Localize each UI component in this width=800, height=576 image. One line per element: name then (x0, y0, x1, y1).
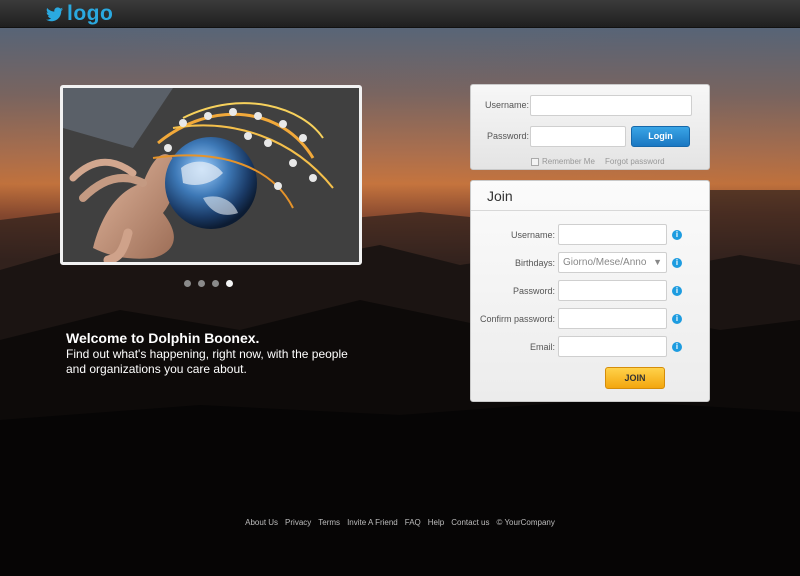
join-confirm-input[interactable] (558, 308, 667, 329)
join-birthdays-select[interactable]: Giorno/Mese/Anno ▼ (558, 252, 667, 273)
slider-dot-3[interactable] (212, 280, 219, 287)
slider-dot-2[interactable] (198, 280, 205, 287)
login-username-input[interactable] (530, 95, 692, 116)
join-birthdays-label: Birthdays: (514, 258, 555, 268)
welcome-section: Welcome to Dolphin Boonex. Find out what… (66, 330, 396, 377)
footer-copyright: © YourCompany (496, 518, 555, 527)
slider-dot-1[interactable] (184, 280, 191, 287)
join-username-input[interactable] (558, 224, 667, 245)
join-box: Join Username: i Birthdays: Giorno/Mese/… (470, 180, 710, 402)
join-email-input[interactable] (558, 336, 667, 357)
login-username-label: Username: (484, 100, 529, 110)
login-password-input[interactable] (530, 126, 626, 147)
chevron-down-icon: ▼ (653, 257, 662, 267)
slider-image (63, 88, 359, 262)
info-icon[interactable]: i (672, 258, 682, 268)
join-confirm-label: Confirm password: (479, 314, 555, 324)
remember-me-checkbox[interactable] (531, 157, 539, 166)
remember-me[interactable]: Remember Me (531, 157, 595, 166)
info-icon[interactable]: i (672, 230, 682, 240)
login-box: Username: Password: Login Remember Me Fo… (470, 84, 710, 170)
info-icon[interactable]: i (672, 314, 682, 324)
welcome-text-line2: and organizations you care about. (66, 362, 247, 376)
bird-icon (46, 6, 63, 21)
slider-dot-4[interactable] (226, 280, 233, 287)
join-password-label: Password: (512, 286, 555, 296)
remember-me-label: Remember Me (542, 157, 595, 166)
image-slider[interactable] (60, 85, 362, 265)
login-password-label: Password: (486, 131, 529, 141)
site-logo[interactable]: logo (46, 2, 114, 25)
footer-link-faq[interactable]: FAQ (405, 518, 421, 527)
footer-link-invite[interactable]: Invite A Friend (347, 518, 398, 527)
top-bar: logo (0, 0, 800, 28)
join-button[interactable]: JOIN (605, 367, 665, 389)
footer-link-privacy[interactable]: Privacy (285, 518, 311, 527)
join-email-label: Email: (529, 342, 555, 352)
join-password-input[interactable] (558, 280, 667, 301)
login-button[interactable]: Login (631, 126, 690, 147)
footer-link-about[interactable]: About Us (245, 518, 278, 527)
footer-link-help[interactable]: Help (428, 518, 444, 527)
welcome-heading: Welcome to Dolphin Boonex. (66, 330, 260, 346)
forgot-password-link[interactable]: Forgot password (605, 157, 665, 166)
logo-text: logo (67, 2, 114, 25)
slider-dots (184, 280, 233, 287)
footer-links: About Us Privacy Terms Invite A Friend F… (0, 518, 800, 527)
join-username-label: Username: (510, 230, 555, 240)
welcome-text-line1: Find out what's happening, right now, wi… (66, 347, 348, 361)
footer-link-contact[interactable]: Contact us (451, 518, 489, 527)
info-icon[interactable]: i (672, 342, 682, 352)
footer-link-terms[interactable]: Terms (318, 518, 340, 527)
join-title: Join (471, 181, 709, 211)
join-birthdays-value: Giorno/Mese/Anno (563, 257, 647, 268)
info-icon[interactable]: i (672, 286, 682, 296)
